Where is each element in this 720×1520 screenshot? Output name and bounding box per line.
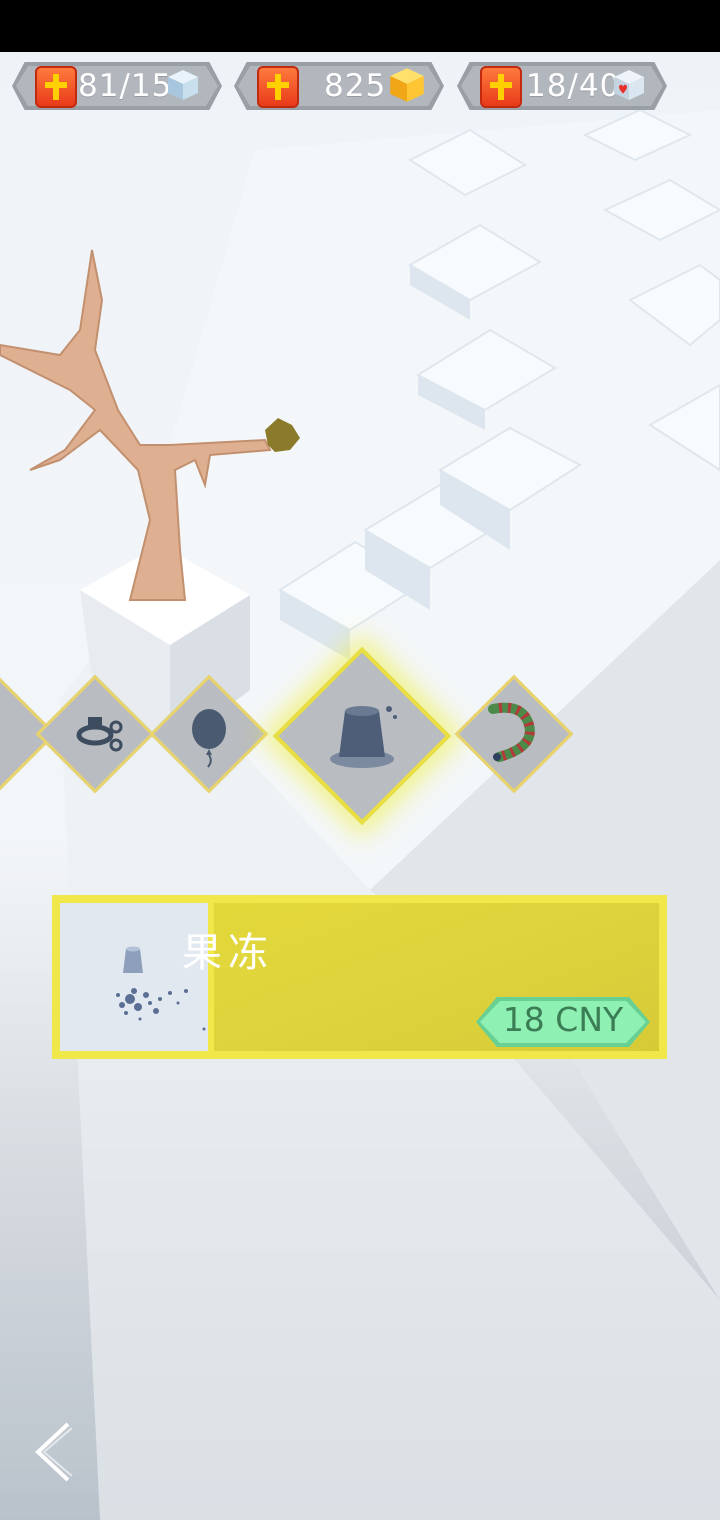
- heart-cube-icon: [614, 70, 644, 100]
- item-name: 果冻: [182, 930, 274, 976]
- status-bar: [0, 0, 720, 52]
- keys-count: 81/15: [78, 68, 173, 104]
- plus-icon[interactable]: [480, 66, 522, 108]
- snake-icon: [488, 702, 535, 762]
- gems-count: 825: [324, 68, 387, 104]
- price-label: 18 CNY: [502, 1000, 624, 1039]
- chevron-left-icon[interactable]: [28, 1420, 78, 1484]
- plus-icon[interactable]: [257, 66, 299, 108]
- hook-item-icon: [76, 717, 123, 752]
- hearts-count: 18/40: [526, 68, 621, 104]
- plus-icon[interactable]: [35, 66, 77, 108]
- ice-cube-icon: [168, 70, 198, 100]
- gold-gem-icon: [390, 68, 424, 102]
- jelly-icon: [330, 706, 397, 768]
- balloon-icon: [192, 709, 226, 768]
